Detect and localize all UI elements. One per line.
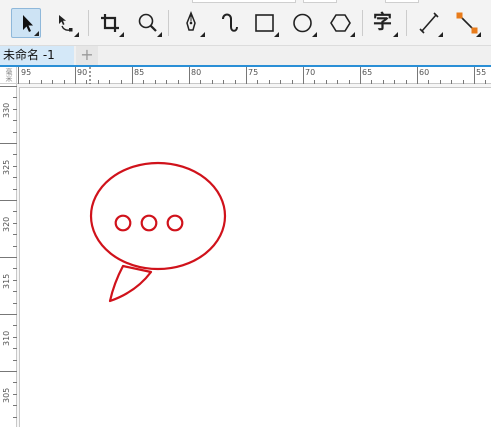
property-field[interactable] xyxy=(385,0,419,3)
ruler-label: 95 xyxy=(21,68,32,77)
speech-bubble-dot xyxy=(166,214,184,232)
ruler-label: 325 xyxy=(2,159,11,175)
connector-tool-button[interactable] xyxy=(452,8,482,38)
curve-stroke-icon xyxy=(222,13,238,32)
ruler-label: 315 xyxy=(2,273,11,289)
flyout-indicator xyxy=(438,32,443,37)
document-page[interactable] xyxy=(19,87,491,427)
ruler-origin-corner[interactable]: 毫米 xyxy=(0,67,17,84)
ruler-label: 90 xyxy=(77,68,88,77)
text-char-icon: 字 xyxy=(373,11,393,33)
text-tool-button[interactable]: 字 xyxy=(369,8,399,38)
horizontal-ruler[interactable]: 95 90 85 80 75 70 65 60 55 xyxy=(17,67,491,84)
vertical-ruler[interactable]: 330 325 320 315 310 305 xyxy=(0,84,17,427)
ruler-unit-label: 毫米 xyxy=(5,68,13,82)
ruler-label: 85 xyxy=(134,68,145,77)
property-field[interactable] xyxy=(303,0,337,3)
toolbox: 字 xyxy=(0,0,491,46)
toolbar-divider xyxy=(362,10,363,36)
flyout-indicator xyxy=(393,32,398,37)
ellipse-tool-button[interactable] xyxy=(288,8,318,38)
flyout-indicator xyxy=(312,32,317,37)
flyout-indicator xyxy=(350,32,355,37)
parallel-dimension-tool-button[interactable] xyxy=(414,8,444,38)
toolbar-divider xyxy=(168,10,169,36)
rectangle-tool-button[interactable] xyxy=(250,8,280,38)
crop-tool-button[interactable] xyxy=(95,8,125,38)
document-tab-bar: 未命名 -1 + xyxy=(0,46,491,67)
ruler-label: 310 xyxy=(2,330,11,346)
ruler-label: 65 xyxy=(362,68,373,77)
flyout-indicator xyxy=(157,32,162,37)
speech-bubble-dot xyxy=(114,214,132,232)
speech-bubble-outline xyxy=(89,161,227,271)
vertical-ruler-ticks xyxy=(0,86,17,418)
toolbar-divider xyxy=(88,10,89,36)
ruler-label: 320 xyxy=(2,216,11,232)
polygon-tool-button[interactable] xyxy=(326,8,356,38)
ruler-label: 80 xyxy=(191,68,202,77)
freehand-tool-button[interactable] xyxy=(176,8,206,38)
flyout-indicator xyxy=(34,31,39,36)
speech-bubble-dot xyxy=(140,214,158,232)
flyout-indicator xyxy=(200,32,205,37)
ruler-label: 55 xyxy=(476,68,487,77)
drawing-canvas[interactable] xyxy=(17,84,491,427)
shape-tool-button[interactable] xyxy=(50,8,80,38)
flyout-indicator xyxy=(274,32,279,37)
flyout-indicator xyxy=(74,32,79,37)
speech-bubble-drawing[interactable] xyxy=(20,88,490,426)
flyout-indicator xyxy=(119,32,124,37)
document-tab[interactable]: 未命名 -1 xyxy=(0,46,74,65)
artistic-media-tool-button[interactable] xyxy=(214,8,244,38)
zoom-tool-button[interactable] xyxy=(133,8,163,38)
ruler-label: 305 xyxy=(2,387,11,403)
add-tab-button[interactable]: + xyxy=(76,46,98,65)
ruler-label: 70 xyxy=(305,68,316,77)
ruler-label: 330 xyxy=(2,102,11,118)
speech-bubble-tail xyxy=(108,264,153,303)
pick-tool-button[interactable] xyxy=(11,8,41,38)
ruler-label: 60 xyxy=(419,68,430,77)
ruler-label: 75 xyxy=(248,68,259,77)
flyout-indicator xyxy=(476,32,481,37)
property-field[interactable] xyxy=(192,0,296,3)
toolbar-divider xyxy=(406,10,407,36)
